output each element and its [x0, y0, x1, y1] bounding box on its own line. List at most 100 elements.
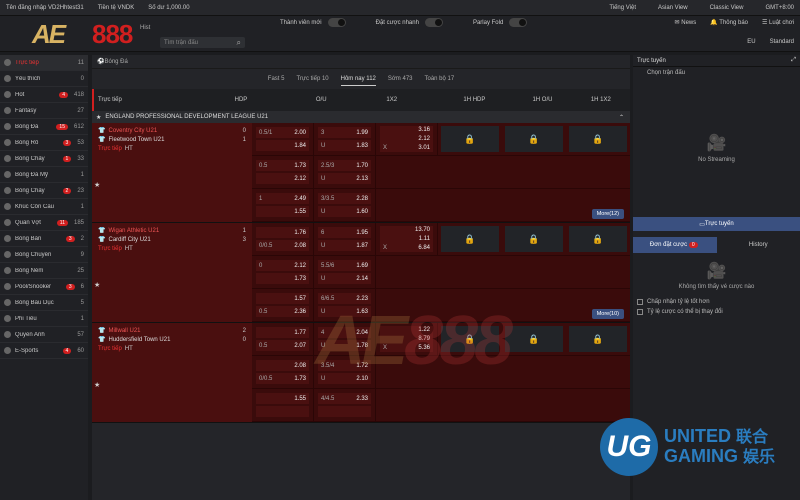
- sidebar-item[interactable]: Bóng Chày 2 23: [0, 183, 88, 199]
- language-select[interactable]: Tiếng Việt: [609, 5, 636, 11]
- tab-history[interactable]: History: [717, 237, 800, 253]
- away-team-name[interactable]: Cardiff City U21: [108, 237, 239, 243]
- checkbox[interactable]: [637, 299, 643, 305]
- market-tab[interactable]: Sớm 473: [388, 73, 413, 85]
- league-header[interactable]: ★ ENGLAND PROFESSIONAL DEVELOPMENT LEAGUE…: [92, 111, 630, 123]
- odds-button[interactable]: 2.12: [256, 173, 309, 184]
- sidebar-item[interactable]: Pool/Snooker 3 6: [0, 279, 88, 295]
- odds-button[interactable]: 0.5/1 2.00: [256, 127, 309, 138]
- odds-button[interactable]: 2.5/3 1.70: [318, 160, 371, 171]
- odds-button[interactable]: 1.55: [256, 393, 309, 404]
- market-tab[interactable]: Fast 5: [268, 73, 285, 85]
- checkbox[interactable]: [637, 309, 643, 315]
- odds-button[interactable]: 4 2.04: [318, 327, 371, 338]
- quick-bet-toggle[interactable]: [424, 18, 443, 27]
- expand-icon[interactable]: ⤢: [791, 57, 796, 64]
- sidebar-item[interactable]: Bóng Bàn 3 2: [0, 231, 88, 247]
- rules-link[interactable]: ☰ Luật chơi: [762, 19, 794, 26]
- star-icon[interactable]: ★: [96, 114, 101, 121]
- news-link[interactable]: ✉ News: [675, 19, 697, 26]
- favorite-star-icon[interactable]: ★: [94, 281, 100, 289]
- collapse-icon[interactable]: ⌃: [619, 114, 624, 121]
- odds-button[interactable]: 1.22: [380, 326, 433, 335]
- mode-select[interactable]: Standard: [770, 39, 794, 45]
- more-markets-button[interactable]: More(12): [591, 209, 624, 219]
- sidebar-item[interactable]: Bóng Ném 25: [0, 263, 88, 279]
- odds-button[interactable]: U 1.60: [318, 206, 371, 217]
- sidebar-item[interactable]: Bóng Chuyền 9: [0, 247, 88, 263]
- market-tab[interactable]: Trực tiếp 10: [296, 73, 328, 85]
- odds-button[interactable]: U 1.63: [318, 306, 371, 317]
- odds-button[interactable]: X 3.01: [380, 143, 433, 153]
- sidebar-item[interactable]: Quyền Anh 57: [0, 327, 88, 343]
- sidebar-item[interactable]: Bóng Đá 15 612: [0, 119, 88, 135]
- odds-button[interactable]: 1.57: [256, 293, 309, 304]
- odds-button[interactable]: [256, 406, 309, 417]
- odds-button[interactable]: 2.08: [256, 360, 309, 371]
- sidebar-item[interactable]: E-Sports 4 60: [0, 343, 88, 359]
- sidebar-item[interactable]: Khúc Côn Cầu 1: [0, 199, 88, 215]
- odds-button[interactable]: 3.16: [380, 126, 433, 135]
- classic-view-link[interactable]: Classic View: [710, 5, 744, 11]
- parlay-fold-toggle[interactable]: [509, 18, 528, 27]
- favorite-star-icon[interactable]: ★: [94, 381, 100, 389]
- new-member-toggle[interactable]: [327, 18, 346, 27]
- odds-button[interactable]: 5.5/6 1.69: [318, 260, 371, 271]
- odds-button[interactable]: 13.70: [380, 226, 433, 235]
- odds-button[interactable]: 1.77: [256, 327, 309, 338]
- odds-button[interactable]: U 1.87: [318, 240, 371, 251]
- more-markets-button[interactable]: More(10): [591, 309, 624, 319]
- odds-button[interactable]: U 1.78: [318, 340, 371, 351]
- odds-button[interactable]: U 1.83: [318, 140, 371, 151]
- odds-button[interactable]: 1.73: [256, 273, 309, 284]
- live-stream-button[interactable]: ▭ Trực tuyến: [633, 217, 800, 231]
- odds-button[interactable]: [318, 406, 371, 417]
- search-icon[interactable]: ⌕: [237, 38, 241, 48]
- odds-button[interactable]: 2.12: [380, 134, 433, 144]
- accept-better-odds[interactable]: Chấp nhận tỷ lệ tốt hơn: [633, 297, 800, 307]
- notify-link[interactable]: 🔔 Thông báo: [710, 19, 748, 26]
- odds-may-change[interactable]: Tỷ lệ cược có thể bị thay đổi: [633, 307, 800, 317]
- odds-button[interactable]: 1.55: [256, 206, 309, 217]
- odds-button[interactable]: X 5.36: [380, 343, 433, 353]
- odds-button[interactable]: 3 1.99: [318, 127, 371, 138]
- home-team-name[interactable]: Millwall U21: [108, 328, 239, 334]
- odds-button[interactable]: 3.5/4 1.72: [318, 360, 371, 371]
- sidebar-item[interactable]: Hot 4 418: [0, 87, 88, 103]
- odds-button[interactable]: 0/0.5 1.73: [256, 373, 309, 384]
- tab-bet-slip[interactable]: Đơn đặt cược 0: [633, 237, 717, 253]
- away-team-name[interactable]: Fleetwood Town U21: [108, 137, 239, 143]
- favorite-star-icon[interactable]: ★: [94, 181, 100, 189]
- search-box[interactable]: Tìm trận đấu ⌕: [160, 37, 245, 48]
- sidebar-item[interactable]: Bóng Bầu Dục 5: [0, 295, 88, 311]
- odds-button[interactable]: U 2.13: [318, 173, 371, 184]
- odds-button[interactable]: 3/3.5 2.28: [318, 193, 371, 204]
- odds-button[interactable]: 4/4.5 2.33: [318, 393, 371, 404]
- odds-button[interactable]: 1.76: [256, 227, 309, 238]
- market-tab[interactable]: Toàn bộ 17: [425, 73, 455, 85]
- odds-button[interactable]: 1 2.49: [256, 193, 309, 204]
- odds-button[interactable]: U 2.10: [318, 373, 371, 384]
- asian-view-link[interactable]: Asian View: [658, 5, 688, 11]
- away-team-name[interactable]: Huddersfield Town U21: [108, 337, 239, 343]
- odds-button[interactable]: 0.5 2.36: [256, 306, 309, 317]
- odds-button[interactable]: 0 2.12: [256, 260, 309, 271]
- sidebar-item[interactable]: Bóng Rổ 3 53: [0, 135, 88, 151]
- odds-button[interactable]: U 2.14: [318, 273, 371, 284]
- odds-button[interactable]: 1.84: [256, 140, 309, 151]
- sidebar-item[interactable]: Yêu thích 0: [0, 71, 88, 87]
- market-tab[interactable]: Hôm nay 112: [340, 73, 376, 86]
- match-select[interactable]: Chọn trận đấu: [633, 67, 800, 79]
- odds-button[interactable]: 0/0.5 2.08: [256, 240, 309, 251]
- sidebar-item[interactable]: Bóng Chày 1 33: [0, 151, 88, 167]
- sidebar-item[interactable]: Trực tiếp 11: [0, 55, 88, 71]
- sidebar-item[interactable]: Fantasy 27: [0, 103, 88, 119]
- sidebar-item[interactable]: Quần Vợt 11 185: [0, 215, 88, 231]
- sidebar-item[interactable]: Phi Tiêu 1: [0, 311, 88, 327]
- odds-button[interactable]: 6 1.95: [318, 227, 371, 238]
- region-select[interactable]: EU: [747, 39, 755, 45]
- home-team-name[interactable]: Wigan Athletic U21: [108, 228, 239, 234]
- odds-button[interactable]: 8.79: [380, 334, 433, 344]
- odds-button[interactable]: 6/6.5 2.23: [318, 293, 371, 304]
- odds-button[interactable]: X 6.84: [380, 243, 433, 253]
